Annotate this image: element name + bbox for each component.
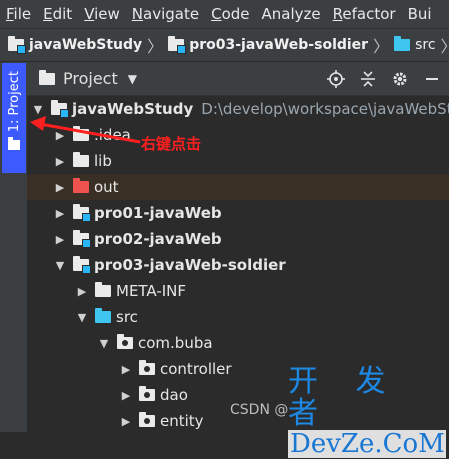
devze-watermark: 开 发 者 DevZe.CoM xyxy=(288,366,446,458)
breadcrumb-separator-icon: 〉 xyxy=(441,33,449,57)
tree-row-label: dao xyxy=(160,386,188,404)
menu-navigate-mnemonic: N xyxy=(131,5,144,23)
collapsed-arrow-icon[interactable]: ▶ xyxy=(53,233,67,246)
breadcrumb-module-label: pro03-javaWeb-soldier xyxy=(189,37,369,53)
breadcrumb-item-project[interactable]: javaWebStudy xyxy=(8,36,143,54)
annotation-arrow-icon xyxy=(30,116,141,144)
collapsed-arrow-icon[interactable]: ▶ xyxy=(119,363,133,376)
view-dropdown-icon[interactable]: ▼ xyxy=(128,72,137,86)
menu-file-label: ile xyxy=(13,5,32,23)
menu-edit[interactable]: Edit xyxy=(37,5,78,23)
expanded-arrow-icon[interactable]: ▼ xyxy=(75,311,89,324)
folder-icon xyxy=(8,137,20,151)
tree-row-label: src xyxy=(116,308,138,326)
menu-view-label: iew xyxy=(94,5,120,23)
project-folder-icon xyxy=(8,36,26,54)
package-icon xyxy=(139,412,155,427)
tree-row-label: controller xyxy=(160,360,232,378)
collapsed-arrow-icon[interactable]: ▶ xyxy=(53,155,67,168)
tree-row-label: lib xyxy=(94,152,112,170)
breadcrumb-separator-icon: 〉 xyxy=(147,37,164,56)
menu-build-label: Bui xyxy=(407,5,432,23)
tree-row-label: com.buba xyxy=(138,334,213,352)
tree-row-pro03[interactable]: ▼ pro03-javaWeb-soldier xyxy=(27,252,449,278)
module-folder-icon xyxy=(73,230,91,248)
collapsed-arrow-icon[interactable]: ▶ xyxy=(75,285,89,298)
source-folder-icon xyxy=(95,308,111,323)
tree-row-pro02[interactable]: ▶ pro02-javaWeb xyxy=(27,226,449,252)
module-folder-icon xyxy=(168,36,187,54)
collapsed-arrow-icon[interactable]: ▶ xyxy=(119,389,133,402)
tree-row-meta-inf[interactable]: ▶ META-INF xyxy=(27,278,449,304)
collapsed-arrow-icon[interactable]: ▶ xyxy=(53,207,67,220)
watermark-top-text: 开 发 者 xyxy=(288,364,400,431)
tree-row-label: pro01-javaWeb xyxy=(94,204,222,222)
folder-icon xyxy=(73,152,89,167)
expanded-arrow-icon[interactable]: ▼ xyxy=(97,337,111,350)
tree-row-label: pro03-javaWeb-soldier xyxy=(94,256,286,274)
menu-code-mnemonic: C xyxy=(211,5,222,23)
source-folder-icon xyxy=(394,36,411,51)
breadcrumb-separator-icon: 〉 xyxy=(373,37,390,56)
menu-view-mnemonic: V xyxy=(84,5,95,23)
folder-icon xyxy=(95,282,111,297)
tree-row-com-buba[interactable]: ▼ com.buba xyxy=(27,330,449,356)
package-icon xyxy=(139,386,155,401)
project-view-icon xyxy=(39,69,55,85)
breadcrumb-item-module[interactable]: pro03-javaWeb-soldier xyxy=(168,36,369,54)
locate-target-icon[interactable] xyxy=(325,68,347,90)
breadcrumb-item-src[interactable]: src xyxy=(394,36,436,53)
tree-row-out[interactable]: ▶ out xyxy=(27,174,449,200)
menu-navigate-label: avigate xyxy=(143,5,200,23)
menu-bar: File Edit View Navigate Code Analyze Ref… xyxy=(0,0,449,28)
collapsed-arrow-icon[interactable]: ▶ xyxy=(53,181,67,194)
gear-icon[interactable] xyxy=(389,68,411,90)
tree-row-label: entity xyxy=(160,412,204,430)
excluded-folder-icon xyxy=(73,178,89,193)
watermark-bottom-text: DevZe.CoM xyxy=(288,429,446,459)
menu-file-mnemonic: F xyxy=(6,5,14,23)
menu-analyze-label: Analyze xyxy=(261,5,321,23)
menu-refactor-label: efactor xyxy=(342,5,396,23)
collapse-all-icon[interactable] xyxy=(357,68,379,90)
menu-refactor[interactable]: Refactor xyxy=(327,5,402,23)
menu-build[interactable]: Bui xyxy=(402,5,438,23)
collapsed-arrow-icon[interactable]: ▶ xyxy=(119,415,133,428)
breadcrumb: javaWebStudy 〉 pro03-javaWeb-soldier 〉 s… xyxy=(0,28,449,62)
menu-file[interactable]: File xyxy=(0,5,37,23)
tree-row-label: META-INF xyxy=(116,282,187,300)
project-tool-tab[interactable]: 1: Project xyxy=(2,63,26,173)
menu-refactor-mnemonic: R xyxy=(332,5,343,23)
menu-edit-label: dit xyxy=(52,5,73,23)
breadcrumb-src-label: src xyxy=(415,37,436,53)
expanded-arrow-icon[interactable]: ▼ xyxy=(53,259,67,272)
csdn-watermark: CSDN @ xyxy=(230,402,289,418)
annotation-text: 右键点击 xyxy=(141,135,202,153)
menu-code[interactable]: Code xyxy=(205,5,255,23)
project-tool-tab-label: 1: Project xyxy=(6,71,22,133)
module-folder-icon xyxy=(73,256,91,274)
menu-edit-mnemonic: E xyxy=(43,5,53,23)
menu-code-label: ode xyxy=(221,5,250,23)
menu-view[interactable]: View xyxy=(78,5,126,23)
tree-row-src[interactable]: ▼ src xyxy=(27,304,449,330)
panel-toolbar xyxy=(315,62,443,96)
tree-row-label: pro02-javaWeb xyxy=(94,230,222,248)
package-icon xyxy=(139,360,155,375)
project-panel-header: Project ▼ xyxy=(27,62,449,96)
tree-row-path: D:\develop\workspace\javaWebStu xyxy=(201,100,449,118)
breadcrumb-project-label: javaWebStudy xyxy=(29,37,143,53)
panel-title[interactable]: Project xyxy=(63,69,118,88)
module-folder-icon xyxy=(73,204,91,222)
tree-row-label: out xyxy=(94,178,119,196)
hide-panel-icon[interactable] xyxy=(421,68,443,90)
menu-navigate[interactable]: Navigate xyxy=(126,5,205,23)
menu-analyze[interactable]: Analyze xyxy=(256,5,327,23)
tree-row-pro01[interactable]: ▶ pro01-javaWeb xyxy=(27,200,449,226)
package-icon xyxy=(117,334,133,349)
